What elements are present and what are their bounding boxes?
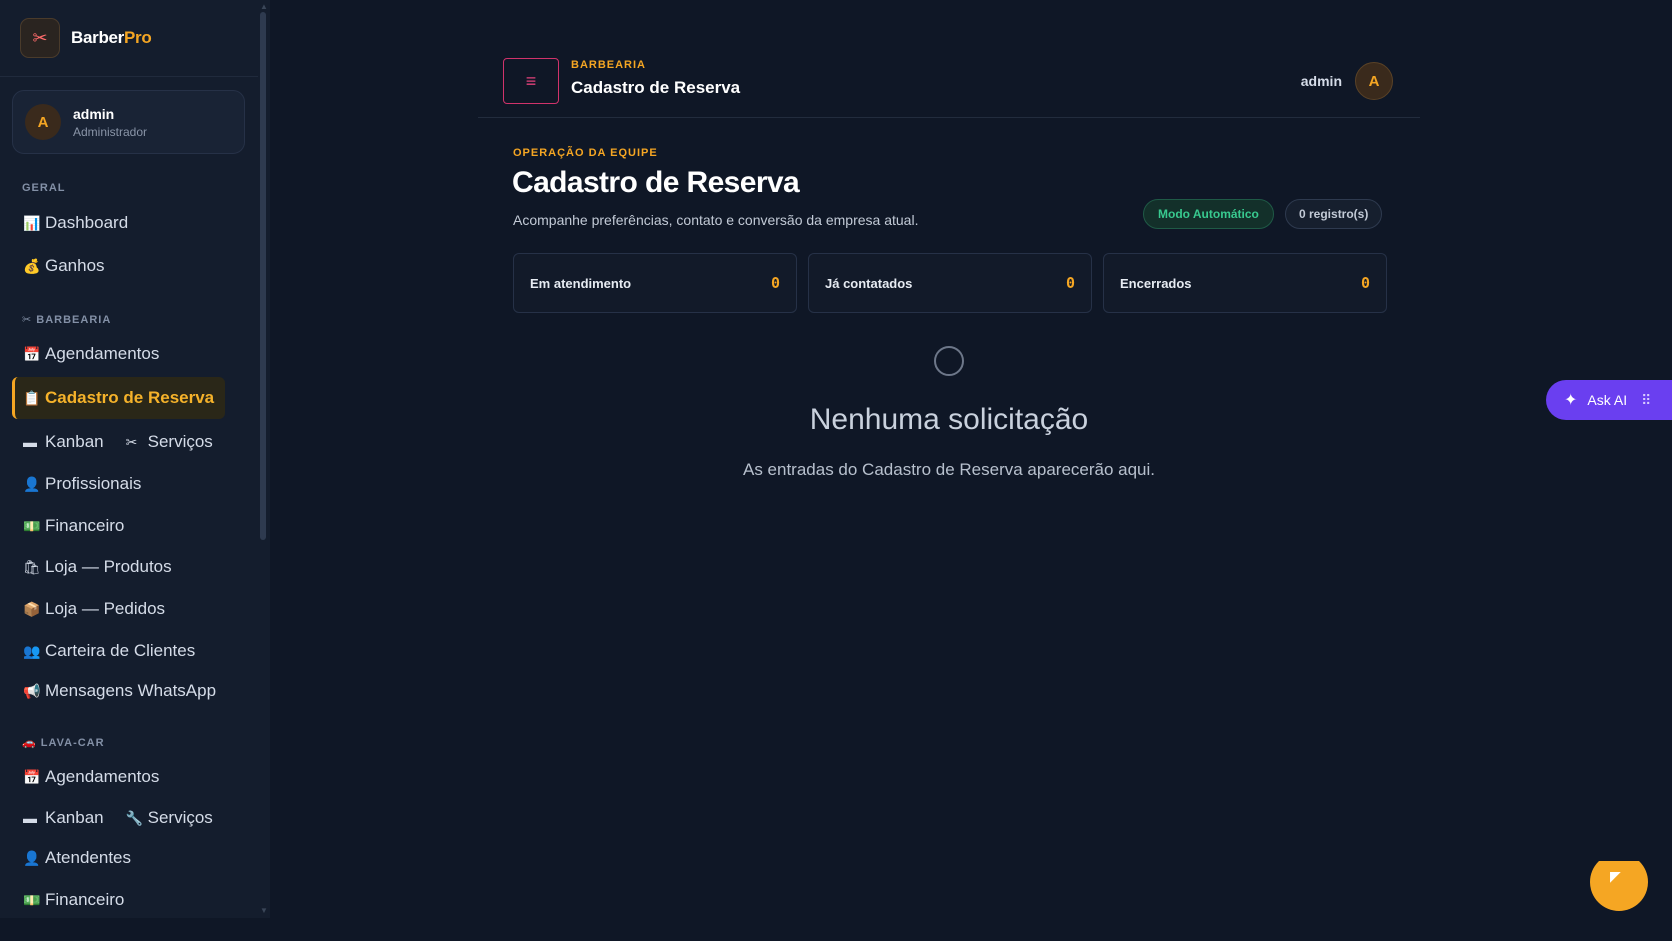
sidebar-item-label: Agendamentos — [45, 344, 160, 363]
sparkle-icon: ✦ — [1564, 392, 1578, 409]
calendar-icon: 📅 — [23, 345, 41, 362]
stat-value: 0 — [770, 274, 780, 292]
brand-name-accent: Pro — [124, 28, 152, 47]
user-name: admin — [73, 105, 115, 122]
money-bag-icon: 💰 — [23, 257, 41, 274]
sidebar-item-carteira-de-clientes[interactable]: 👥 Carteira de Clientes — [12, 630, 195, 672]
sidebar-row-lc-kanban-servicos: ▬ Kanban 🔧 Serviços — [12, 797, 213, 839]
sidebar-item-label: Loja — Produtos — [45, 557, 172, 576]
shopping-bag-icon: 🛍 — [23, 558, 41, 575]
kanban-icon: ▬ — [23, 810, 37, 826]
person-icon: 👤 — [23, 849, 41, 866]
people-icon: 👥 — [23, 642, 41, 659]
topbar-eyebrow: BARBEARIA — [571, 59, 646, 71]
sidebar-item-loja-pedidos[interactable]: 📦 Loja — Pedidos — [12, 588, 165, 630]
sidebar-item-label: Serviços — [147, 432, 213, 451]
section-label-lava-car: 🚗 LAVA-CAR — [22, 737, 105, 749]
sidebar-item-lc-financeiro[interactable]: 💵 Financeiro — [12, 879, 124, 921]
sidebar-item-loja-produtos[interactable]: 🛍 Loja — Produtos — [12, 546, 172, 588]
sidebar-item-financeiro[interactable]: 💵 Financeiro — [12, 505, 124, 547]
sidebar-item-profissionais[interactable]: 👤 Profissionais — [12, 463, 141, 505]
person-icon: 👤 — [23, 475, 41, 492]
megaphone-icon: 📢 — [23, 682, 41, 699]
scroll-up-icon[interactable]: ▲ — [260, 2, 268, 11]
hamburger-icon: ≡ — [525, 70, 537, 91]
sidebar-item-label: Financeiro — [45, 516, 125, 535]
package-icon: 📦 — [23, 600, 41, 617]
sidebar-item-lc-servicos[interactable]: 🔧 Serviços — [126, 808, 213, 828]
section-label-geral: GERAL — [22, 182, 66, 194]
brand-header[interactable]: ✂ BarberPro — [0, 0, 258, 77]
ask-ai-label: Ask AI — [1587, 392, 1628, 408]
sidebar-item-label: Dashboard — [45, 213, 129, 232]
records-count-badge: 0 registro(s) — [1285, 199, 1383, 229]
sidebar-item-label: Loja — Pedidos — [45, 599, 166, 618]
avatar[interactable]: A — [1355, 62, 1393, 100]
sidebar-item-label: Profissionais — [45, 474, 142, 493]
stat-card-ja-contatados: Já contatados 0 — [808, 253, 1092, 313]
scissors-icon: ✂ — [125, 433, 138, 450]
ask-ai-button[interactable]: ✦ Ask AI ⠿ — [1546, 380, 1672, 420]
clipboard-icon: 📋 — [23, 389, 41, 406]
chat-icon: ◤ — [1610, 868, 1621, 884]
drag-handle-icon[interactable]: ⠿ — [1641, 392, 1651, 409]
menu-toggle-button[interactable]: ≡ — [503, 58, 559, 104]
topbar-title: Cadastro de Reserva — [571, 78, 741, 97]
sidebar: ✂ BarberPro A admin Administrador GERAL … — [0, 0, 270, 918]
sidebar-item-lc-atendentes[interactable]: 👤 Atendentes — [12, 837, 131, 879]
scrollbar-thumb[interactable] — [260, 12, 266, 540]
topbar: ≡ BARBEARIA Cadastro de Reserva admin A — [478, 50, 1420, 118]
sidebar-item-cadastro-de-reserva[interactable]: 📋 Cadastro de Reserva — [12, 377, 225, 419]
sidebar-item-kanban[interactable]: ▬ Kanban — [23, 432, 104, 452]
sidebar-item-label: Financeiro — [45, 890, 125, 909]
sidebar-item-label: Kanban — [45, 432, 104, 451]
sidebar-item-label: Mensagens WhatsApp — [45, 681, 217, 700]
sidebar-item-mensagens-whatsapp[interactable]: 📢 Mensagens WhatsApp — [12, 670, 216, 712]
page-title: Cadastro de Reserva — [512, 166, 800, 199]
stat-card-em-atendimento: Em atendimento 0 — [513, 253, 797, 313]
avatar: A — [25, 104, 61, 140]
stat-label: Em atendimento — [530, 275, 632, 291]
sidebar-item-label: Carteira de Clientes — [45, 641, 196, 660]
sidebar-item-agendamentos[interactable]: 📅 Agendamentos — [12, 333, 159, 375]
calendar-icon: 📅 — [23, 768, 41, 785]
sidebar-item-label: Serviços — [147, 808, 213, 827]
user-card[interactable]: A admin Administrador — [12, 90, 245, 154]
stat-label: Encerrados — [1120, 275, 1192, 291]
scroll-down-icon[interactable]: ▼ — [260, 906, 268, 915]
sidebar-row-kanban-servicos: ▬ Kanban ✂ Serviços — [12, 421, 213, 463]
cash-icon: 💵 — [23, 517, 41, 534]
empty-state-title: Nenhuma solicitação — [809, 403, 1089, 436]
sidebar-item-servicos[interactable]: ✂ Serviços — [126, 432, 213, 452]
user-role: Administrador — [73, 124, 148, 139]
cash-icon: 💵 — [23, 891, 41, 908]
section-label-barbearia: ✂ BARBEARIA — [22, 314, 112, 326]
page-subtitle: Acompanhe preferências, contato e conver… — [513, 212, 919, 228]
sidebar-item-label: Cadastro de Reserva — [45, 388, 215, 407]
stat-value: 0 — [1065, 274, 1075, 292]
scissors-icon: ✂ — [20, 18, 60, 58]
sidebar-item-label: Agendamentos — [45, 767, 160, 786]
wrench-icon: 🔧 — [125, 809, 144, 826]
mode-badge[interactable]: Modo Automático — [1143, 199, 1274, 229]
brand-name: BarberPro — [71, 28, 152, 48]
stat-label: Já contatados — [825, 275, 913, 291]
sidebar-item-dashboard[interactable]: 📊 Dashboard — [12, 202, 128, 244]
stat-value: 0 — [1360, 274, 1370, 292]
sidebar-item-label: Kanban — [45, 808, 104, 827]
chart-icon: 📊 — [23, 214, 41, 231]
sidebar-item-ganhos[interactable]: 💰 Ganhos — [12, 245, 105, 287]
loading-spinner-icon — [934, 346, 964, 376]
topbar-username: admin — [1300, 73, 1342, 89]
brand-name-main: Barber — [71, 28, 125, 47]
fab-clip — [1560, 830, 1672, 861]
page-eyebrow: OPERAÇÃO DA EQUIPE — [513, 147, 658, 159]
sidebar-item-label: Atendentes — [45, 848, 132, 867]
empty-state-subtitle: As entradas do Cadastro de Reserva apare… — [742, 460, 1156, 479]
sidebar-item-label: Ganhos — [45, 256, 105, 275]
sidebar-item-lc-kanban[interactable]: ▬ Kanban — [23, 808, 104, 828]
kanban-icon: ▬ — [23, 434, 37, 450]
sidebar-item-lc-agendamentos[interactable]: 📅 Agendamentos — [12, 756, 159, 798]
stat-card-encerrados: Encerrados 0 — [1103, 253, 1387, 313]
